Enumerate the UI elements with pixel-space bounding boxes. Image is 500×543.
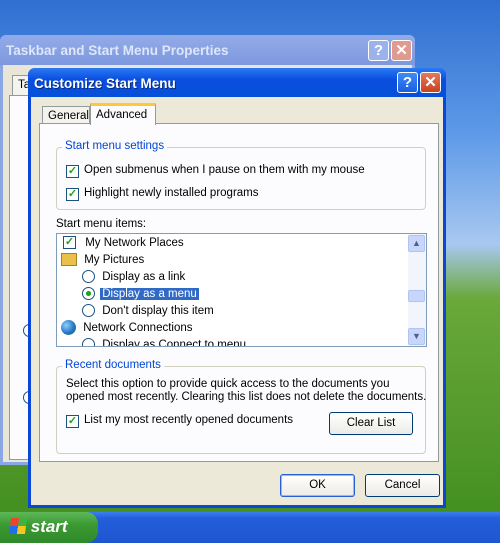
recent-description-2: opened most recently. Clearing this list… xyxy=(66,391,427,403)
network-globe-icon xyxy=(61,320,76,336)
list-item: Network Connections xyxy=(61,320,193,337)
pictures-folder-icon xyxy=(61,253,77,267)
clear-list-button[interactable]: Clear List xyxy=(329,412,413,435)
list-item[interactable]: Display as a menu xyxy=(82,286,199,303)
start-button[interactable]: start xyxy=(0,512,98,543)
tab-advanced[interactable]: Advanced xyxy=(90,103,156,125)
customize-start-menu-dialog: Customize Start Menu ? ✕ General Advance… xyxy=(28,68,446,508)
item-label: Network Connections xyxy=(83,322,193,334)
back-window-title: Taskbar and Start Menu Properties xyxy=(6,43,229,58)
item-label: Don't display this item xyxy=(102,305,214,317)
back-close-button[interactable]: ✕ xyxy=(391,40,412,61)
help-button[interactable]: ? xyxy=(397,72,418,93)
item-label: Display as a menu xyxy=(100,288,199,300)
radio-button[interactable] xyxy=(82,270,95,284)
list-item: My Pictures xyxy=(61,252,144,269)
advanced-panel: Start menu settings ✓ Open submenus when… xyxy=(39,123,439,462)
scrollbar[interactable]: ▲ ▼ xyxy=(408,234,426,346)
scroll-down-button[interactable]: ▼ xyxy=(408,328,425,345)
recent-legend: Recent documents xyxy=(62,359,164,371)
highlight-programs-label: Highlight newly installed programs xyxy=(84,187,259,199)
list-item[interactable]: Don't display this item xyxy=(82,303,214,320)
list-item[interactable]: ✓ My Network Places xyxy=(63,235,184,252)
item-label: My Pictures xyxy=(84,254,145,266)
list-recent-label: List my most recently opened documents xyxy=(84,414,294,426)
item-label: Display as Connect to menu xyxy=(102,339,247,347)
radio-button[interactable] xyxy=(82,287,95,301)
start-label: start xyxy=(30,517,68,536)
start-menu-settings-group xyxy=(56,147,426,210)
item-label: Display as a link xyxy=(102,271,186,283)
close-button[interactable]: ✕ xyxy=(420,72,441,93)
item-label: My Network Places xyxy=(85,237,184,249)
settings-legend: Start menu settings xyxy=(62,140,168,152)
back-help-button[interactable]: ? xyxy=(368,40,389,61)
list-item[interactable]: Display as a link xyxy=(82,269,185,286)
radio-button[interactable] xyxy=(82,304,95,318)
list-item[interactable]: Display as Connect to menu xyxy=(82,337,247,347)
start-menu-items-list[interactable]: ✓ My Network Places My Pictures Display … xyxy=(56,233,427,347)
back-title-bar: Taskbar and Start Menu Properties xyxy=(0,35,415,65)
dialog-title: Customize Start Menu xyxy=(34,76,176,91)
list-recent-checkbox[interactable]: ✓ xyxy=(66,415,79,428)
open-submenus-label: Open submenus when I pause on them with … xyxy=(84,164,365,176)
open-submenus-checkbox[interactable]: ✓ xyxy=(66,165,79,178)
scroll-thumb[interactable] xyxy=(408,290,425,302)
items-label: Start menu items: xyxy=(56,218,147,230)
title-bar: Customize Start Menu xyxy=(28,68,446,97)
radio-button[interactable] xyxy=(82,338,95,346)
network-places-checkbox[interactable]: ✓ xyxy=(63,236,76,250)
cancel-button[interactable]: Cancel xyxy=(365,474,440,497)
recent-description: Select this option to provide quick acce… xyxy=(66,378,390,390)
ok-button[interactable]: OK xyxy=(280,474,355,497)
highlight-programs-checkbox[interactable]: ✓ xyxy=(66,188,79,201)
windows-logo-icon xyxy=(8,518,28,534)
scroll-up-button[interactable]: ▲ xyxy=(408,235,425,252)
